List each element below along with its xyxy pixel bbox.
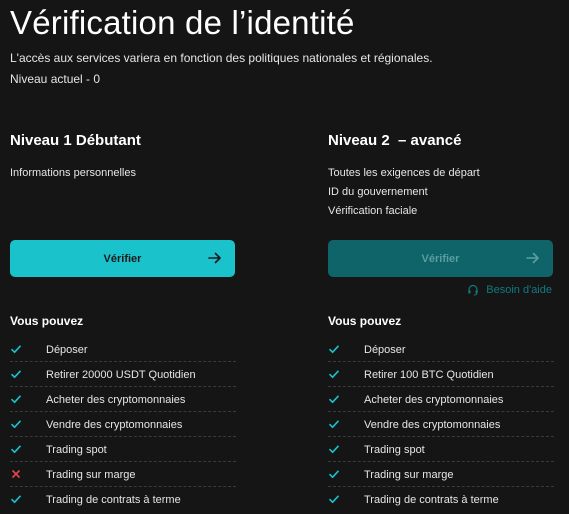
check-icon xyxy=(328,495,340,504)
feature-label: Trading de contrats à terme xyxy=(46,494,181,506)
page-title: Vérification de l’identité xyxy=(10,4,355,41)
requirement-item: Toutes les exigences de départ xyxy=(328,167,480,179)
check-icon xyxy=(10,420,22,429)
check-icon xyxy=(328,395,340,404)
cross-icon xyxy=(11,469,21,479)
check-icon xyxy=(328,420,340,429)
arrow-right-icon xyxy=(208,252,221,264)
capabilities-title: Vous pouvez xyxy=(328,314,402,328)
feature-label: Acheter des cryptomonnaies xyxy=(46,394,186,406)
level-1-title: Niveau 1 Débutant xyxy=(10,132,141,149)
level-2-requirements: Toutes les exigences de départ ID du gou… xyxy=(328,164,554,221)
level-2-title: Niveau 2 – avancé xyxy=(328,132,462,149)
requirement-item: Vérification faciale xyxy=(328,205,418,217)
feature-item: Trading sur marge xyxy=(328,463,554,487)
feature-item: Déposer xyxy=(10,338,236,362)
level-1-requirements: Informations personnelles xyxy=(10,164,236,183)
capabilities-title: Vous pouvez xyxy=(10,314,84,328)
feature-item: Retirer 100 BTC Quotidien xyxy=(328,363,554,387)
feature-item: Trading spot xyxy=(10,438,236,462)
feature-item: Acheter des cryptomonnaies xyxy=(328,388,554,412)
feature-label: Trading sur marge xyxy=(46,469,136,481)
level-1-features: Déposer Retirer 20000 USDT Quotidien Ach… xyxy=(10,338,236,513)
feature-label: Trading spot xyxy=(46,444,107,456)
verify-button-label: Vérifier xyxy=(103,252,142,265)
check-icon xyxy=(328,445,340,454)
feature-item: Acheter des cryptomonnaies xyxy=(10,388,236,412)
feature-label: Acheter des cryptomonnaies xyxy=(364,394,504,406)
feature-item: Trading de contrats à terme xyxy=(328,488,554,512)
identity-verification-page: Vérification de l’identité L'accès aux s… xyxy=(0,0,569,514)
level-1-card: Niveau 1 Débutant Informations personnel… xyxy=(10,131,236,506)
feature-item: Trading de contrats à terme xyxy=(10,488,236,512)
check-icon xyxy=(10,345,22,354)
page-subtitle: L'accès aux services variera en fonction… xyxy=(10,51,433,65)
current-level-text: Niveau actuel - 0 xyxy=(10,72,101,86)
requirement-item: ID du gouvernement xyxy=(328,186,428,198)
feature-label: Retirer 20000 USDT Quotidien xyxy=(46,369,196,381)
feature-label: Trading de contrats à terme xyxy=(364,494,499,506)
requirement-item: Informations personnelles xyxy=(10,167,136,179)
feature-label: Déposer xyxy=(364,344,406,356)
arrow-right-icon xyxy=(526,252,539,264)
help-label: Besoin d'aide xyxy=(486,284,552,296)
level-2-features: Déposer Retirer 100 BTC Quotidien Achete… xyxy=(328,338,554,513)
verify-button-label: Vérifier xyxy=(421,252,460,265)
feature-item: Retirer 20000 USDT Quotidien xyxy=(10,363,236,387)
feature-item: Déposer xyxy=(328,338,554,362)
feature-label: Déposer xyxy=(46,344,88,356)
verify-level-1-button[interactable]: Vérifier xyxy=(10,240,235,277)
feature-item: Vendre des cryptomonnaies xyxy=(328,413,554,437)
headset-icon xyxy=(468,284,478,296)
feature-label: Trading sur marge xyxy=(364,469,454,481)
feature-item: Trading spot xyxy=(328,438,554,462)
check-icon xyxy=(328,370,340,379)
check-icon xyxy=(10,495,22,504)
help-link[interactable]: Besoin d'aide xyxy=(467,284,552,296)
level-2-card: Niveau 2 – avancé Toutes les exigences d… xyxy=(328,131,554,506)
feature-item: Trading sur marge xyxy=(10,463,236,487)
feature-label: Vendre des cryptomonnaies xyxy=(364,419,501,431)
feature-label: Vendre des cryptomonnaies xyxy=(46,419,183,431)
feature-label: Retirer 100 BTC Quotidien xyxy=(364,369,494,381)
check-icon xyxy=(328,345,340,354)
feature-label: Trading spot xyxy=(364,444,425,456)
check-icon xyxy=(10,395,22,404)
verify-level-2-button[interactable]: Vérifier xyxy=(328,240,553,277)
check-icon xyxy=(10,445,22,454)
feature-item: Vendre des cryptomonnaies xyxy=(10,413,236,437)
check-icon xyxy=(10,370,22,379)
check-icon xyxy=(328,470,340,479)
